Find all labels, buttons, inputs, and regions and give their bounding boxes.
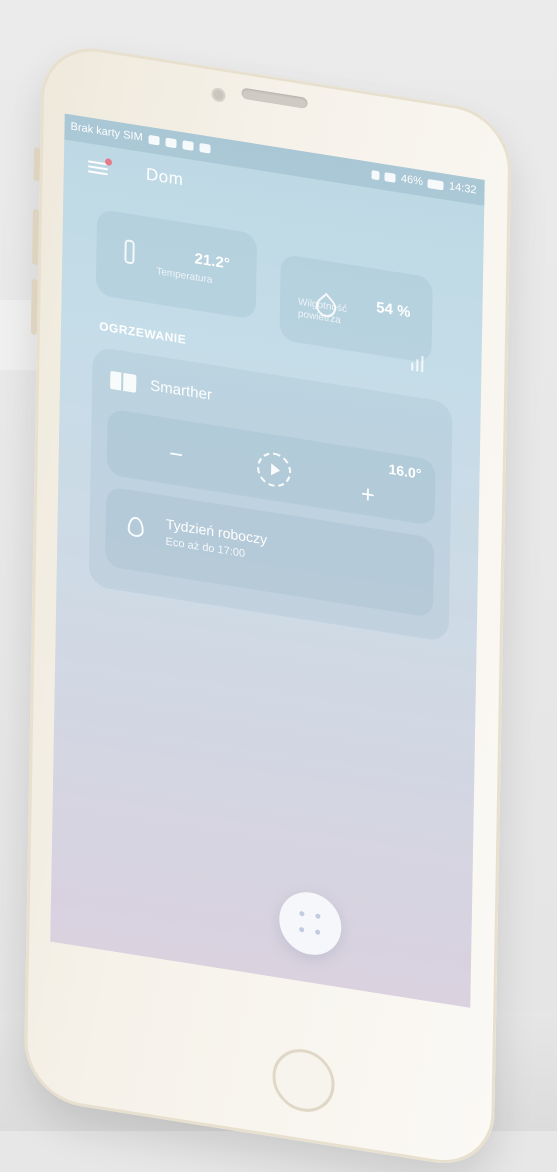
volume-down-button [30, 278, 38, 336]
temperature-card[interactable]: 21.2° Temperatura [95, 208, 258, 320]
bar-chart-icon[interactable] [411, 354, 424, 373]
dots-grid-icon[interactable] [278, 887, 342, 960]
battery-percent: 46% [400, 172, 424, 189]
section-title-heating: OGRZEWANIE [99, 319, 187, 347]
heating-card[interactable]: Smarther 16.0° − + Tydzień roboczy Eco a… [88, 346, 453, 643]
device-name: Smarther [150, 377, 213, 404]
temperature-label: Temperatura [156, 266, 213, 286]
phone-device: Brak karty SIM 46% 14:32 Dom 21.2° Tempe… [23, 40, 512, 1172]
notification-dot [104, 157, 113, 167]
humidity-card[interactable]: 54 % Wilgotność powietrza [279, 253, 433, 373]
notification-icon [165, 137, 177, 148]
bluetooth-icon [371, 169, 381, 180]
decrease-temperature-button[interactable]: − [169, 440, 183, 469]
flame-icon [127, 515, 144, 539]
increase-temperature-button[interactable]: + [361, 480, 375, 509]
volume-up-button [32, 208, 40, 266]
mute-switch [33, 146, 41, 182]
hamburger-menu-icon[interactable] [87, 157, 113, 176]
image-icon [199, 142, 211, 154]
mail-icon [182, 139, 194, 151]
thermometer-icon [124, 239, 135, 265]
wifi-icon [384, 171, 397, 183]
humidity-label: Wilgotność powietrza [297, 296, 348, 327]
upload-icon [148, 134, 160, 146]
battery-icon [427, 178, 445, 191]
page-title: Dom [145, 164, 184, 190]
thermostat-device-icon [110, 370, 137, 393]
phone-screen: Brak karty SIM 46% 14:32 Dom 21.2° Tempe… [50, 113, 485, 1008]
humidity-value: 54 % [376, 298, 411, 322]
temperature-value: 21.2° [194, 250, 230, 273]
status-time: 14:32 [448, 180, 477, 197]
play-icon[interactable] [256, 450, 292, 490]
setpoint-value: 16.0° [388, 460, 422, 482]
carrier-text: Brak karty SIM [70, 120, 143, 144]
